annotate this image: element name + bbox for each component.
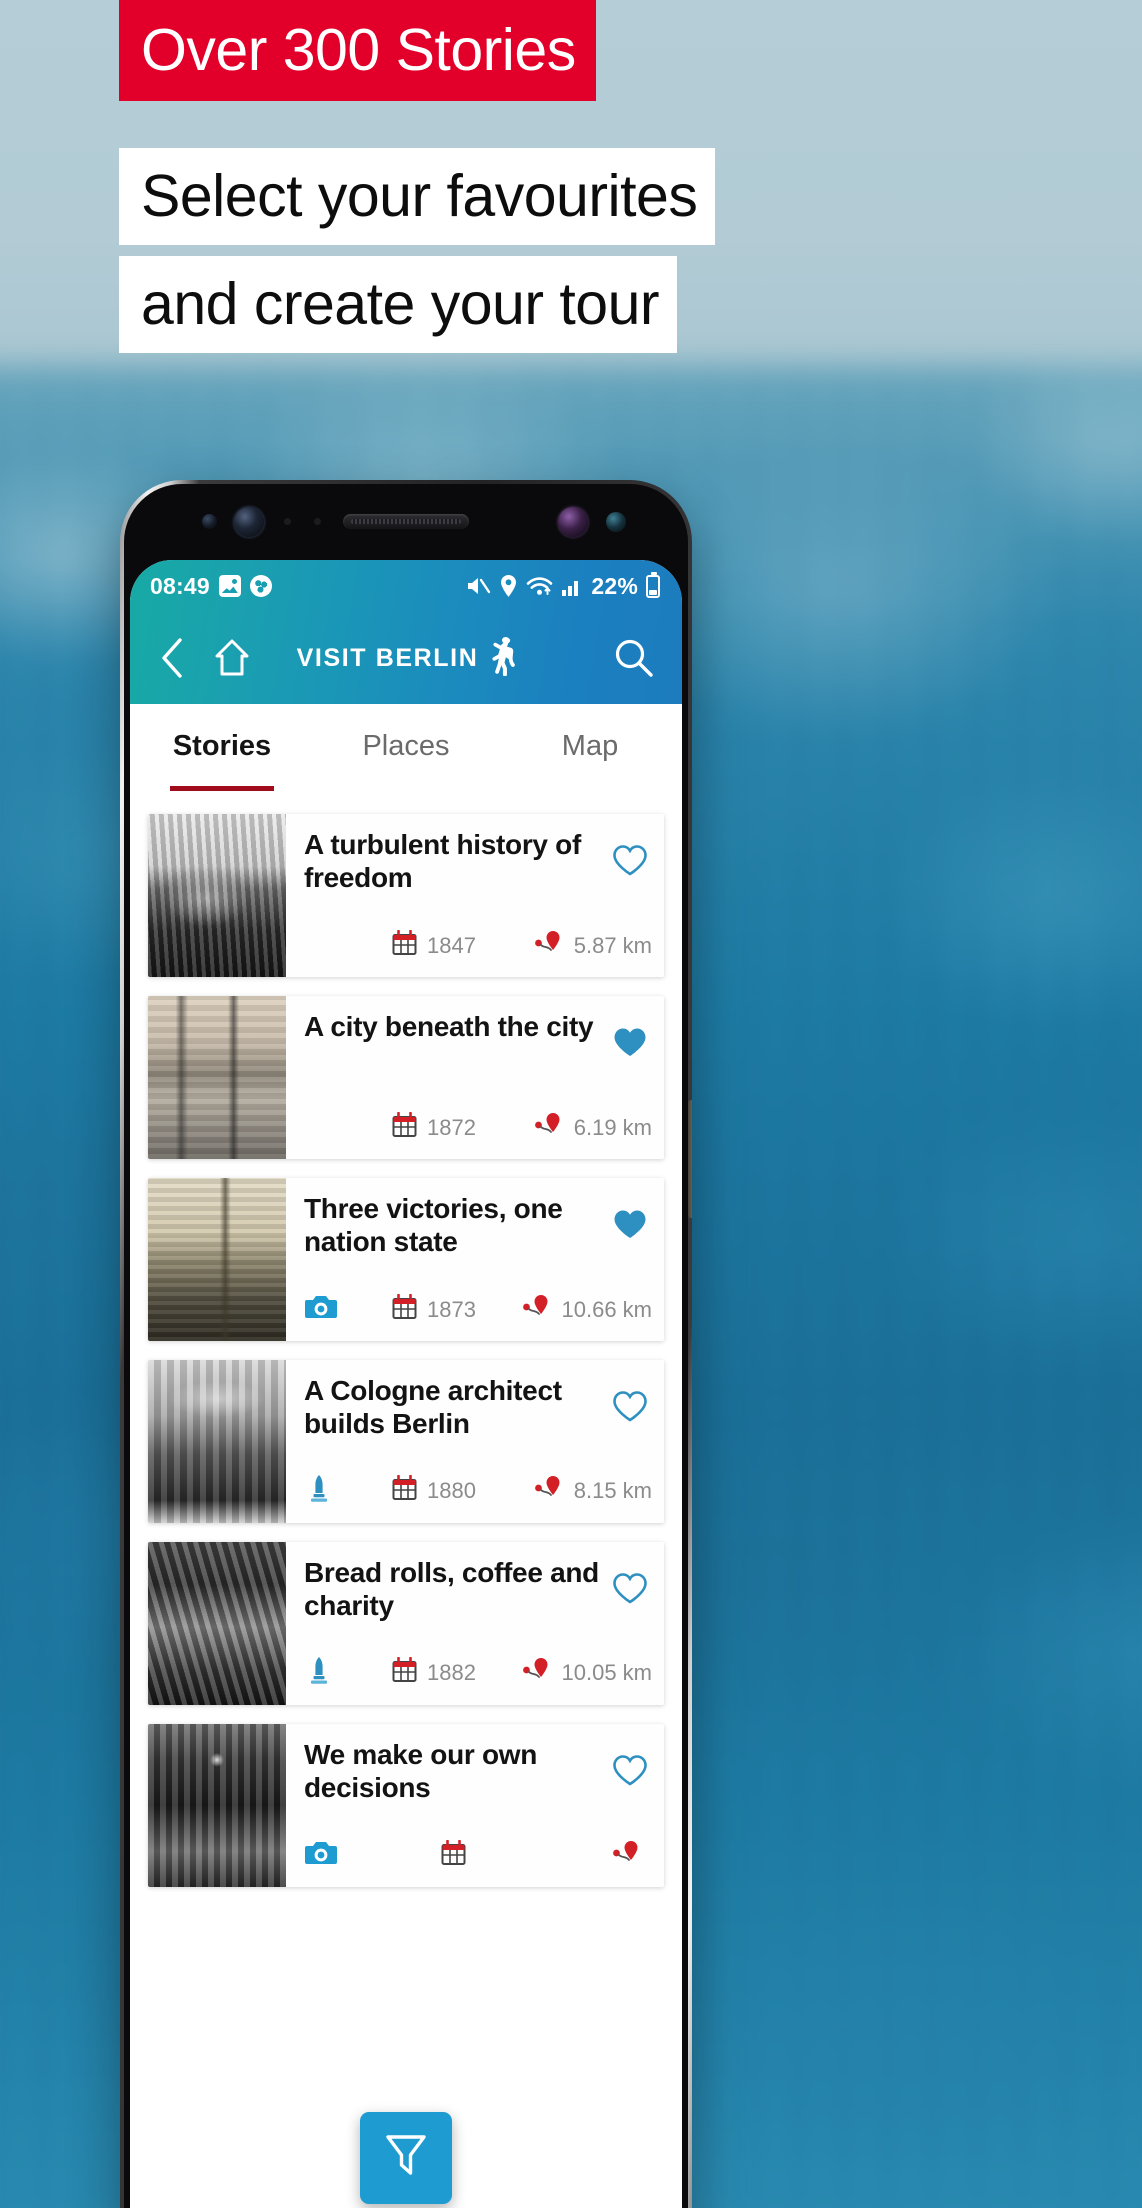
story-thumbnail (148, 1360, 286, 1523)
battery-icon (646, 571, 660, 598)
story-distance: 10.05 km (561, 1660, 653, 1685)
promo-line-3: and create your tour (119, 256, 678, 353)
tab-map[interactable]: Map (498, 730, 682, 763)
status-time: 08:49 (150, 572, 210, 599)
search-icon[interactable] (608, 632, 660, 684)
story-card[interactable]: A turbulent history of freedom 1847 5.87… (148, 814, 664, 977)
favourite-heart-icon[interactable] (612, 1754, 648, 1792)
home-icon[interactable] (206, 632, 258, 684)
story-thumbnail (148, 1178, 286, 1341)
phone-screen: 08:49 22% VISIT BERLIN Stories Places Ma… (130, 560, 682, 2208)
story-card[interactable]: A Cologne architect builds Berlin 1880 8… (148, 1360, 664, 1523)
story-title: A turbulent history of freedom (304, 829, 582, 893)
story-thumbnail (148, 814, 286, 977)
story-year: 1882 (427, 1660, 476, 1685)
favourite-heart-icon[interactable] (612, 1390, 648, 1428)
route-pin-icon (612, 1839, 644, 1873)
story-year: 1847 (427, 933, 476, 958)
ambient-sensor-icon (606, 512, 626, 532)
monument-icon (304, 1655, 334, 1691)
phone-body: 08:49 22% VISIT BERLIN Stories Places Ma… (124, 484, 688, 2208)
favourite-heart-icon[interactable] (612, 1572, 648, 1610)
favourite-heart-icon[interactable] (612, 1026, 648, 1064)
route-pin-icon (534, 929, 566, 963)
filter-button[interactable] (360, 2112, 452, 2204)
iris-scanner-icon (558, 507, 588, 537)
story-year: 1872 (427, 1115, 476, 1140)
app-nav-bar: VISIT BERLIN (130, 612, 682, 704)
camera-icon (304, 1839, 338, 1873)
location-icon (499, 574, 518, 598)
proximity-sensor-icon (202, 514, 217, 529)
calendar-icon (441, 1839, 466, 1872)
route-pin-icon (534, 1111, 566, 1145)
calendar-icon (392, 1474, 417, 1507)
story-title: A Cologne architect builds Berlin (304, 1375, 562, 1439)
story-year: 1880 (427, 1478, 476, 1503)
camera-icon (304, 1293, 338, 1327)
route-pin-icon (522, 1656, 554, 1690)
tab-stories[interactable]: Stories (130, 730, 314, 791)
story-title: Bread rolls, coffee and charity (304, 1557, 599, 1621)
signal-icon (561, 574, 583, 598)
ir-sensor-icon (284, 518, 291, 525)
app-header: 08:49 22% VISIT BERLIN (130, 560, 682, 704)
story-card[interactable]: Three victories, one nation state 1873 1… (148, 1178, 664, 1341)
brand-title: VISIT BERLIN (296, 643, 479, 672)
mute-icon (465, 574, 491, 598)
favourite-heart-icon[interactable] (612, 844, 648, 882)
chevron-left-icon[interactable] (146, 632, 198, 684)
calendar-icon (392, 1111, 417, 1144)
story-list: A turbulent history of freedom 1847 5.87… (130, 814, 682, 1887)
filter-funnel-icon (383, 2131, 429, 2186)
battery-percent: 22% (591, 572, 638, 599)
calendar-icon (392, 929, 417, 962)
phone-side-button[interactable] (688, 1100, 692, 1218)
story-thumbnail (148, 1542, 286, 1705)
route-pin-icon (534, 1474, 566, 1508)
promo-line-2: Select your favourites (119, 148, 716, 245)
gallery-icon (218, 575, 241, 597)
story-title: We make our own decisions (304, 1739, 538, 1803)
story-thumbnail (148, 1724, 286, 1887)
calendar-icon (392, 1656, 417, 1689)
promo-headline-group: Over 300 Stories Select your favourites … (0, 0, 1142, 353)
story-card[interactable]: A city beneath the city 1872 6.19 km (148, 996, 664, 1159)
earpiece-speaker (343, 514, 469, 529)
phone-top-bezel (124, 484, 688, 560)
story-distance: 5.87 km (573, 933, 652, 958)
favourite-heart-icon[interactable] (612, 1208, 648, 1246)
front-camera-icon (234, 507, 264, 537)
story-card[interactable]: We make our own decisions (148, 1724, 664, 1887)
story-title: Three victories, one nation state (304, 1193, 563, 1257)
calendar-icon (392, 1293, 417, 1326)
route-pin-icon (522, 1293, 554, 1327)
story-title: A city beneath the city (304, 1011, 594, 1042)
story-year: 1873 (427, 1297, 476, 1322)
promo-line-1: Over 300 Stories (119, 0, 596, 101)
tab-bar: Stories Places Map (130, 704, 682, 814)
story-distance: 10.66 km (561, 1297, 653, 1322)
story-distance: 8.15 km (573, 1478, 652, 1503)
light-sensor-icon (314, 518, 321, 525)
berlin-bear-icon (489, 636, 515, 681)
wifi-icon (526, 574, 553, 598)
phone-mockup: 08:49 22% VISIT BERLIN Stories Places Ma… (120, 480, 692, 2208)
story-distance: 6.19 km (573, 1115, 652, 1140)
brand-lockup: VISIT BERLIN (297, 636, 516, 681)
status-bar: 08:49 22% (130, 560, 682, 612)
story-thumbnail (148, 996, 286, 1159)
screen-record-icon (249, 575, 272, 597)
monument-icon (304, 1473, 334, 1509)
tab-places[interactable]: Places (314, 730, 498, 763)
story-card[interactable]: Bread rolls, coffee and charity 1882 10.… (148, 1542, 664, 1705)
